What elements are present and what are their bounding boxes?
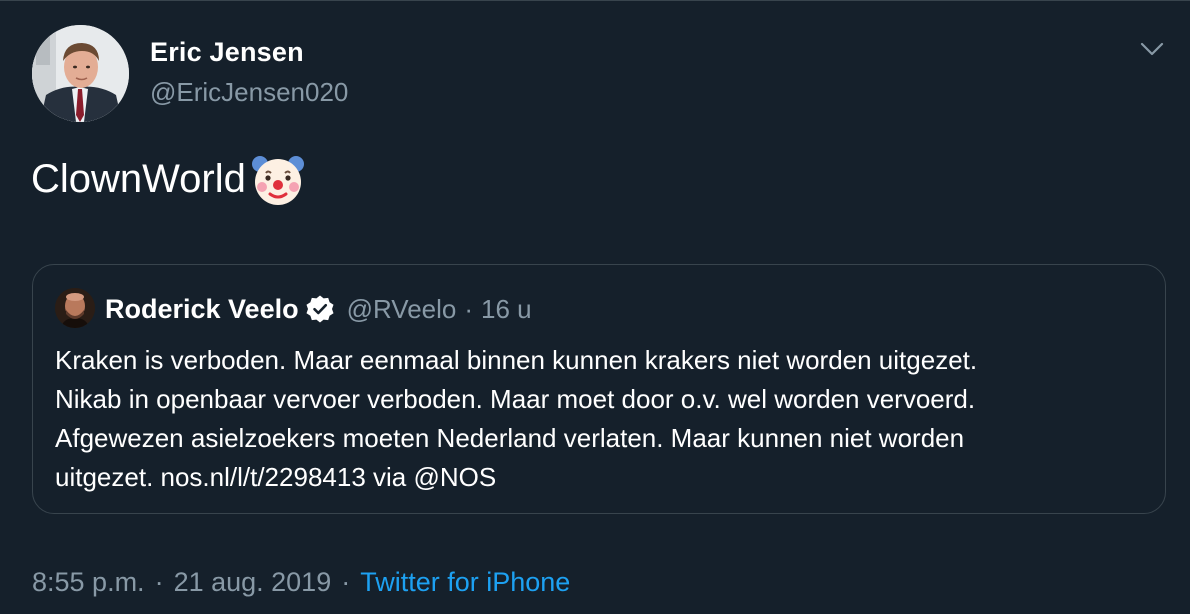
tweet-text-content: ClownWorld xyxy=(31,157,246,201)
tweet-time[interactable]: 8:55 p.m. xyxy=(32,567,145,597)
quoted-text: Kraken is verboden. Maar eenmaal binnen … xyxy=(55,341,1155,497)
tweet-date[interactable]: 21 aug. 2019 xyxy=(174,567,332,597)
meta-separator: · xyxy=(154,567,164,597)
quoted-text-line: Afgewezen asielzoekers moeten Nederland … xyxy=(55,423,965,453)
tweet-source-link[interactable]: Twitter for iPhone xyxy=(360,567,570,597)
quoted-tweet[interactable]: Roderick Veelo @RVeelo · 16 u Kraken is … xyxy=(32,264,1166,514)
quoted-display-name[interactable]: Roderick Veelo xyxy=(105,294,299,325)
quoted-timestamp[interactable]: 16 u xyxy=(481,294,532,325)
verified-badge-icon xyxy=(306,295,334,323)
chevron-down-icon[interactable] xyxy=(1138,35,1166,63)
tweet-metadata: 8:55 p.m. · 21 aug. 2019 · Twitter for iPhon… xyxy=(32,567,570,598)
author-display-name[interactable]: Eric Jensen xyxy=(150,37,304,68)
author-handle[interactable]: @EricJensen020 xyxy=(150,77,348,108)
tweet-text: ClownWorld xyxy=(31,151,308,207)
author-avatar[interactable] xyxy=(32,25,129,122)
quoted-text-line: Kraken is verboden. Maar eenmaal binnen … xyxy=(55,345,978,375)
clown-face-icon xyxy=(251,156,304,205)
quoted-header: Roderick Veelo @RVeelo · 16 u xyxy=(105,289,532,329)
quoted-text-line: Nikab in openbaar vervoer verboden. Maar… xyxy=(55,384,976,414)
quoted-text-line: uitgezet. nos.nl/l/t/2298413 via @NOS xyxy=(55,462,497,492)
quoted-handle[interactable]: @RVeelo xyxy=(347,294,457,325)
tweet-card: Eric Jensen @EricJensen020 ClownWorld Ro… xyxy=(0,0,1190,614)
meta-separator: · xyxy=(341,567,351,597)
quoted-author-avatar[interactable] xyxy=(55,288,95,328)
quoted-separator: · xyxy=(464,293,474,324)
